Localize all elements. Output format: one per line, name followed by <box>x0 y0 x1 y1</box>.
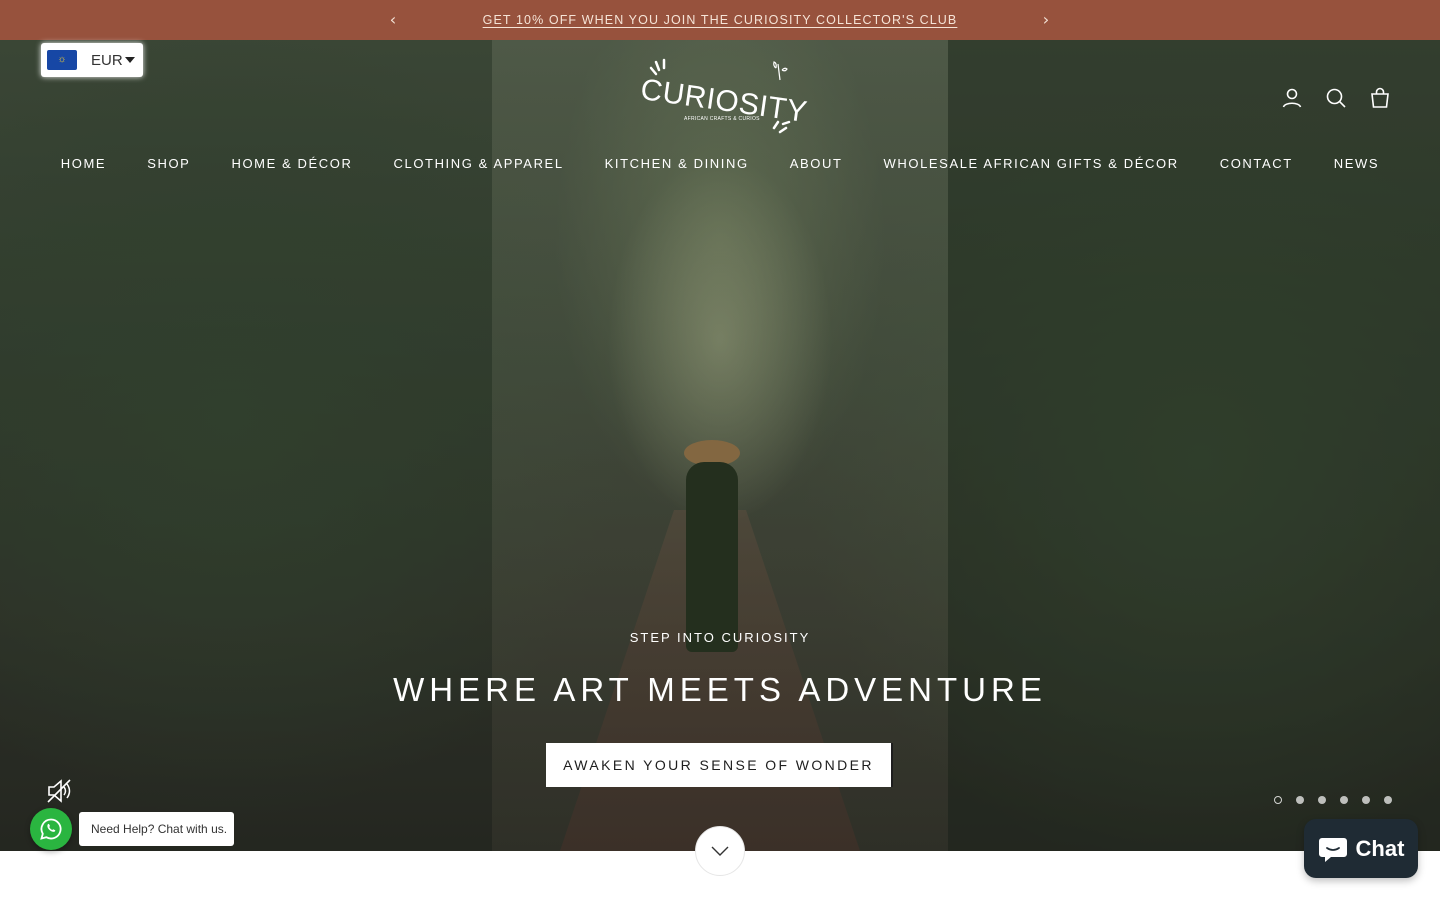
mute-icon[interactable] <box>46 778 74 804</box>
chat-label: Chat <box>1355 835 1405 861</box>
nav-item-home-decor[interactable]: HOME & DÉCOR <box>231 156 352 171</box>
hero-content: STEP INTO CURIOSITY WHERE ART MEETS ADVE… <box>0 630 1440 709</box>
nav-item-wholesale[interactable]: WHOLESALE AFRICAN GIFTS & DÉCOR <box>884 156 1179 171</box>
cart-icon[interactable] <box>1368 86 1392 110</box>
slide-dot[interactable] <box>1384 796 1392 804</box>
hero-heading: WHERE ART MEETS ADVENTURE <box>393 671 1047 708</box>
slide-dot[interactable] <box>1340 796 1348 804</box>
slide-pagination <box>1274 796 1392 804</box>
nav-item-about[interactable]: ABOUT <box>790 156 843 171</box>
hero-kicker: STEP INTO CURIOSITY <box>629 630 811 645</box>
slide-dot[interactable] <box>1362 796 1370 804</box>
chat-bubble-icon <box>1318 837 1347 862</box>
header-actions <box>1280 86 1392 110</box>
slide-dot[interactable] <box>1274 796 1282 804</box>
currency-code: EUR <box>91 51 123 69</box>
scroll-down-button[interactable] <box>695 826 745 876</box>
announcement-bar: ‹ GET 10% OFF WHEN YOU JOIN THE CURIOSIT… <box>0 0 1440 40</box>
slide-dot[interactable] <box>1296 796 1304 804</box>
nav-item-shop[interactable]: SHOP <box>147 156 190 171</box>
nav-item-kitchen-dining[interactable]: KITCHEN & DINING <box>605 156 749 171</box>
whatsapp-button[interactable] <box>30 808 72 850</box>
whatsapp-icon <box>40 818 62 840</box>
nav-item-clothing-apparel[interactable]: CLOTHING & APPAREL <box>394 156 564 171</box>
hero-cta-button[interactable]: AWAKEN YOUR SENSE OF WONDER <box>546 743 893 787</box>
site-logo[interactable]: CURIOSITY AFRICAN CRAFTS & CURIOS <box>639 56 809 138</box>
nav-item-news[interactable]: NEWS <box>1334 156 1379 171</box>
caret-down-icon <box>125 57 135 63</box>
eu-flag-icon: ☼ <box>47 50 77 70</box>
announcement-prev-button[interactable]: ‹ <box>384 11 402 29</box>
announcement-next-button[interactable]: › <box>1037 11 1055 29</box>
nav-item-home[interactable]: HOME <box>61 156 106 171</box>
nav-item-contact[interactable]: CONTACT <box>1220 156 1293 171</box>
logo-tagline: AFRICAN CRAFTS & CURIOS <box>684 116 760 122</box>
main-nav: HOME SHOP HOME & DÉCOR CLOTHING & APPARE… <box>0 156 1440 171</box>
search-icon[interactable] <box>1324 86 1348 110</box>
chevron-down-icon <box>711 846 729 856</box>
announcement-link[interactable]: GET 10% OFF WHEN YOU JOIN THE CURIOSITY … <box>483 13 958 27</box>
whatsapp-help-label[interactable]: Need Help? Chat with us. <box>79 812 234 846</box>
slide-dot[interactable] <box>1318 796 1326 804</box>
chat-launcher-button[interactable]: Chat <box>1304 819 1418 878</box>
currency-selector[interactable]: ☼ EUR <box>41 43 143 77</box>
account-icon[interactable] <box>1280 86 1304 110</box>
